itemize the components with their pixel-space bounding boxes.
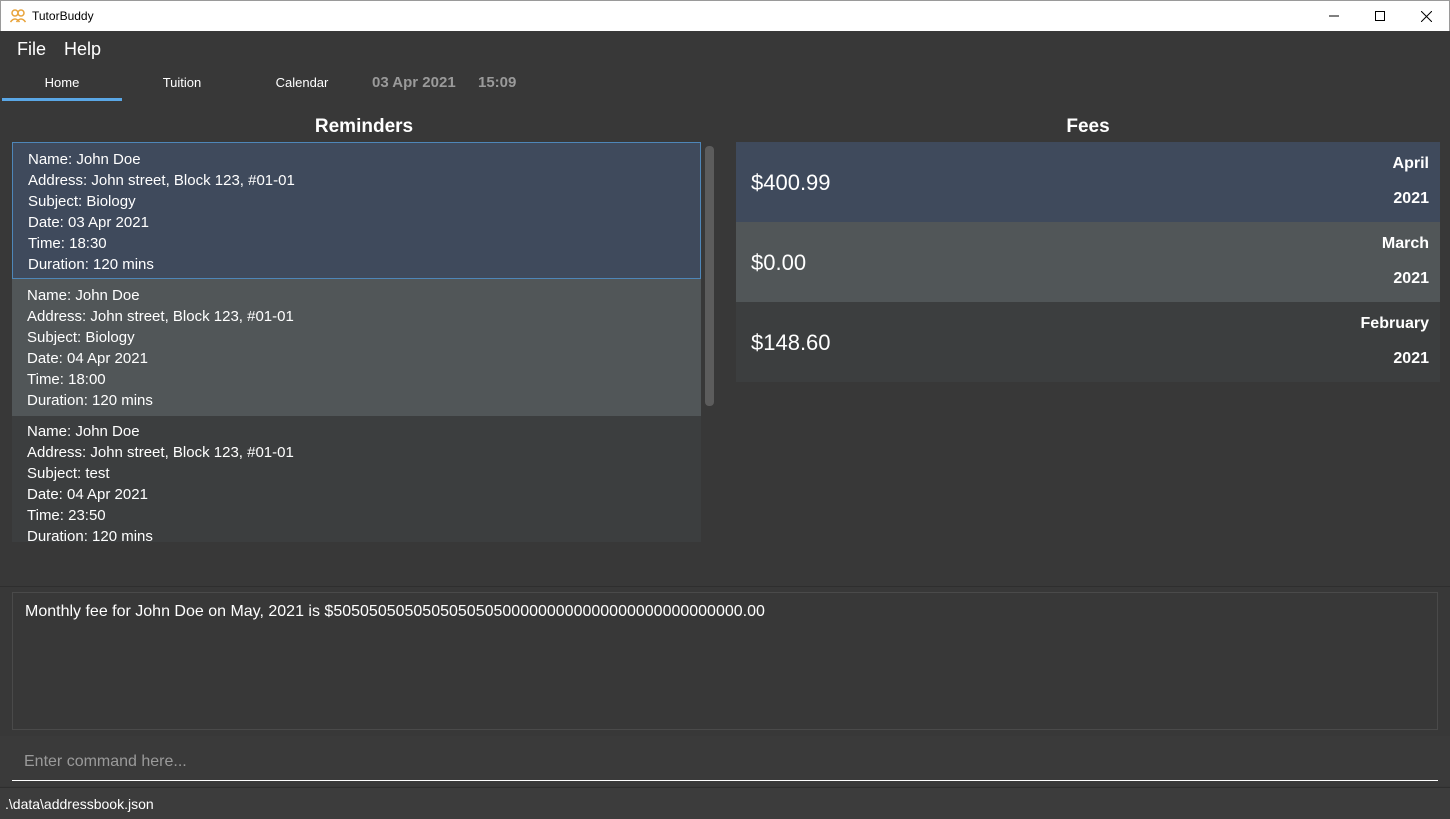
reminder-date: Date: 03 Apr 2021	[28, 214, 149, 231]
tab-bar: Home Tuition Calendar 03 Apr 2021 15:09	[0, 67, 1450, 101]
reminder-duration: Duration: 120 mins	[27, 528, 153, 542]
fee-month: April	[1392, 155, 1429, 172]
reminder-name: Name: John Doe	[27, 287, 140, 304]
reminder-subject: Subject: Biology	[27, 329, 135, 346]
reminder-subject: Subject: Biology	[28, 193, 136, 210]
maximize-button[interactable]	[1357, 1, 1403, 31]
status-file-path: .\data\addressbook.json	[5, 796, 154, 812]
title-bar: TutorBuddy	[0, 0, 1450, 31]
reminder-address: Address: John street, Block 123, #01-01	[27, 444, 294, 461]
reminder-name: Name: John Doe	[28, 151, 141, 168]
reminder-date: Date: 04 Apr 2021	[27, 486, 148, 503]
menu-help[interactable]: Help	[55, 39, 110, 60]
result-display[interactable]: Monthly fee for John Doe on May, 2021 is…	[12, 592, 1438, 730]
reminder-date: Date: 04 Apr 2021	[27, 350, 148, 367]
reminders-title: Reminders	[314, 116, 414, 137]
maximize-icon	[1375, 11, 1385, 21]
reminder-time: Time: 18:30	[28, 235, 107, 252]
menu-bar: File Help	[0, 31, 1450, 67]
fee-amount: $400.99	[751, 170, 831, 195]
fee-month: March	[1381, 235, 1429, 252]
fee-card[interactable]: $148.60 February 2021	[736, 302, 1440, 382]
reminders-list[interactable]: Name: John Doe Address: John street, Blo…	[12, 142, 701, 542]
fee-year: 2021	[1393, 190, 1429, 207]
command-input[interactable]	[12, 744, 1438, 781]
fee-amount: $148.60	[751, 330, 831, 355]
reminders-scrollbar[interactable]	[705, 146, 714, 406]
people-icon	[9, 8, 27, 24]
panel-divider	[0, 586, 1450, 587]
reminder-time: Time: 18:00	[27, 371, 106, 388]
minimize-button[interactable]	[1311, 1, 1357, 31]
reminder-card[interactable]: Name: John Doe Address: John street, Blo…	[12, 142, 701, 279]
tab-calendar[interactable]: Calendar	[242, 67, 362, 101]
reminder-card[interactable]: Name: John Doe Address: John street, Blo…	[12, 416, 701, 542]
tab-home[interactable]: Home	[2, 67, 122, 101]
fee-card[interactable]: $400.99 April 2021	[736, 142, 1440, 222]
reminder-time: Time: 23:50	[27, 507, 106, 524]
current-time: 15:09	[478, 74, 517, 91]
fee-month: February	[1360, 315, 1429, 332]
reminder-address: Address: John street, Block 123, #01-01	[27, 308, 294, 325]
fees-title: Fees	[1066, 116, 1110, 137]
close-button[interactable]	[1403, 1, 1449, 31]
current-date: 03 Apr 2021	[372, 74, 456, 91]
window-title: TutorBuddy	[32, 9, 94, 23]
tab-tuition[interactable]: Tuition	[122, 67, 242, 101]
fee-year: 2021	[1393, 350, 1429, 367]
status-bar: .\data\addressbook.json	[0, 787, 1450, 819]
fee-amount: $0.00	[751, 250, 807, 275]
reminder-address: Address: John street, Block 123, #01-01	[28, 172, 295, 189]
reminder-card[interactable]: Name: John Doe Address: John street, Blo…	[12, 279, 701, 416]
fee-year: 2021	[1393, 270, 1429, 287]
minimize-icon	[1329, 15, 1339, 17]
menu-file[interactable]: File	[8, 39, 55, 60]
fee-card[interactable]: $0.00 March 2021	[736, 222, 1440, 302]
reminder-subject: Subject: test	[27, 465, 110, 482]
reminder-duration: Duration: 120 mins	[27, 392, 153, 409]
fees-list: $400.99 April 2021 $0.00 March 2021 $148…	[736, 142, 1440, 382]
reminder-duration: Duration: 120 mins	[28, 256, 154, 273]
result-text: Monthly fee for John Doe on May, 2021 is…	[25, 603, 765, 620]
reminder-name: Name: John Doe	[27, 423, 140, 440]
window-controls	[1311, 1, 1449, 31]
close-icon	[1420, 10, 1432, 22]
